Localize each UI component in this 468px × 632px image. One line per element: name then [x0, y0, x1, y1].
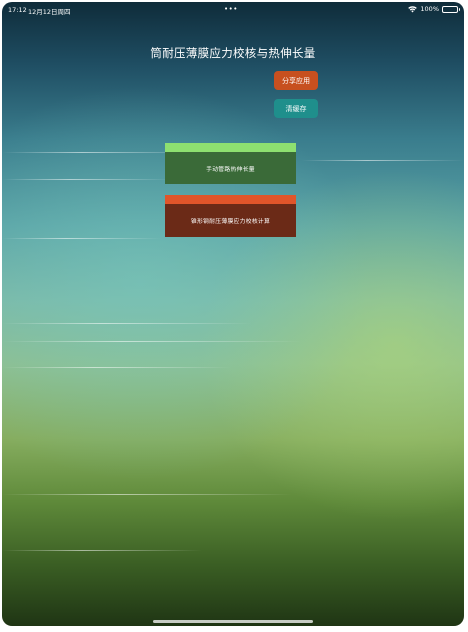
thermal-elongation-card[interactable]: 手动管路热伸长量 — [165, 143, 296, 184]
share-app-button[interactable]: 分享应用 — [274, 71, 318, 90]
light-streak — [2, 550, 202, 551]
clear-cache-button[interactable]: 清缓存 — [274, 99, 318, 118]
status-bar: 17:12 12月12日周四 ••• 100% — [2, 2, 464, 18]
card-label: 锥形钢耐压薄膜应力校核计算 — [165, 204, 296, 237]
membrane-stress-card[interactable]: 锥形钢耐压薄膜应力校核计算 — [165, 195, 296, 237]
light-streak — [2, 341, 302, 342]
status-time: 17:12 — [8, 6, 27, 14]
multitasking-dots[interactable]: ••• — [224, 5, 238, 13]
home-indicator[interactable] — [153, 620, 313, 623]
wifi-icon — [408, 5, 418, 13]
card-accent-strip — [165, 195, 296, 204]
battery-icon — [442, 5, 460, 13]
light-streak — [2, 179, 172, 180]
light-streak — [302, 160, 464, 161]
battery-percent: 100% — [420, 5, 439, 13]
light-streak — [2, 367, 232, 368]
card-label: 手动管路热伸长量 — [165, 152, 296, 184]
page-title: 筒耐压薄膜应力校核与热伸长量 — [150, 46, 316, 60]
app-screen: 17:12 12月12日周四 ••• 100% 筒耐压薄膜应力校核与热伸长量 分… — [2, 2, 464, 626]
status-right: 100% — [408, 5, 460, 13]
status-date: 12月12日周四 — [28, 8, 71, 16]
light-streak — [2, 238, 162, 239]
light-streak — [2, 494, 292, 495]
card-accent-strip — [165, 143, 296, 152]
light-streak — [2, 323, 252, 324]
